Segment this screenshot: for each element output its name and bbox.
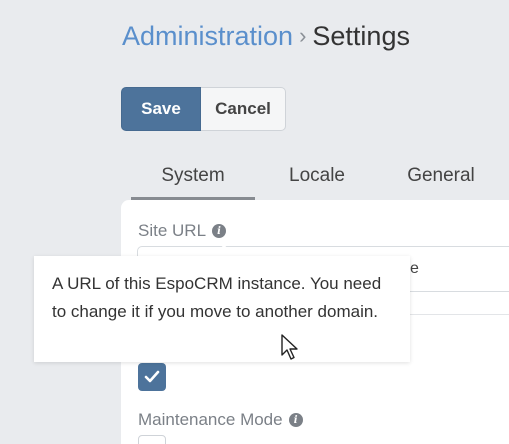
maintenance-mode-label-text: Maintenance Mode bbox=[138, 410, 283, 429]
tab-locale[interactable]: Locale bbox=[255, 158, 379, 200]
tab-general[interactable]: General bbox=[379, 158, 503, 200]
breadcrumb-administration-link[interactable]: Administration bbox=[122, 21, 293, 51]
check-icon bbox=[144, 370, 160, 383]
info-icon[interactable]: i bbox=[288, 413, 303, 427]
save-button[interactable]: Save bbox=[121, 87, 201, 131]
checkbox-checked[interactable] bbox=[138, 363, 166, 391]
maintenance-mode-label: Maintenance Mode i bbox=[138, 410, 303, 430]
site-url-value-fragment: e bbox=[410, 260, 419, 277]
settings-tabs: System Locale General bbox=[131, 158, 503, 200]
site-url-label: Site URL i bbox=[138, 221, 227, 241]
maintenance-mode-checkbox[interactable] bbox=[138, 435, 166, 444]
cancel-button[interactable]: Cancel bbox=[201, 87, 286, 131]
breadcrumb-separator: › bbox=[299, 23, 307, 48]
mouse-cursor-icon bbox=[281, 334, 298, 360]
page-title: Settings bbox=[312, 21, 410, 51]
site-url-label-text: Site URL bbox=[138, 221, 207, 240]
action-button-group: Save Cancel bbox=[121, 87, 286, 131]
tab-system[interactable]: System bbox=[131, 158, 255, 200]
tooltip: A URL of this EspoCRM instance. You need… bbox=[34, 256, 410, 362]
info-icon[interactable]: i bbox=[212, 224, 227, 238]
breadcrumb: Administration › Settings bbox=[122, 18, 410, 56]
